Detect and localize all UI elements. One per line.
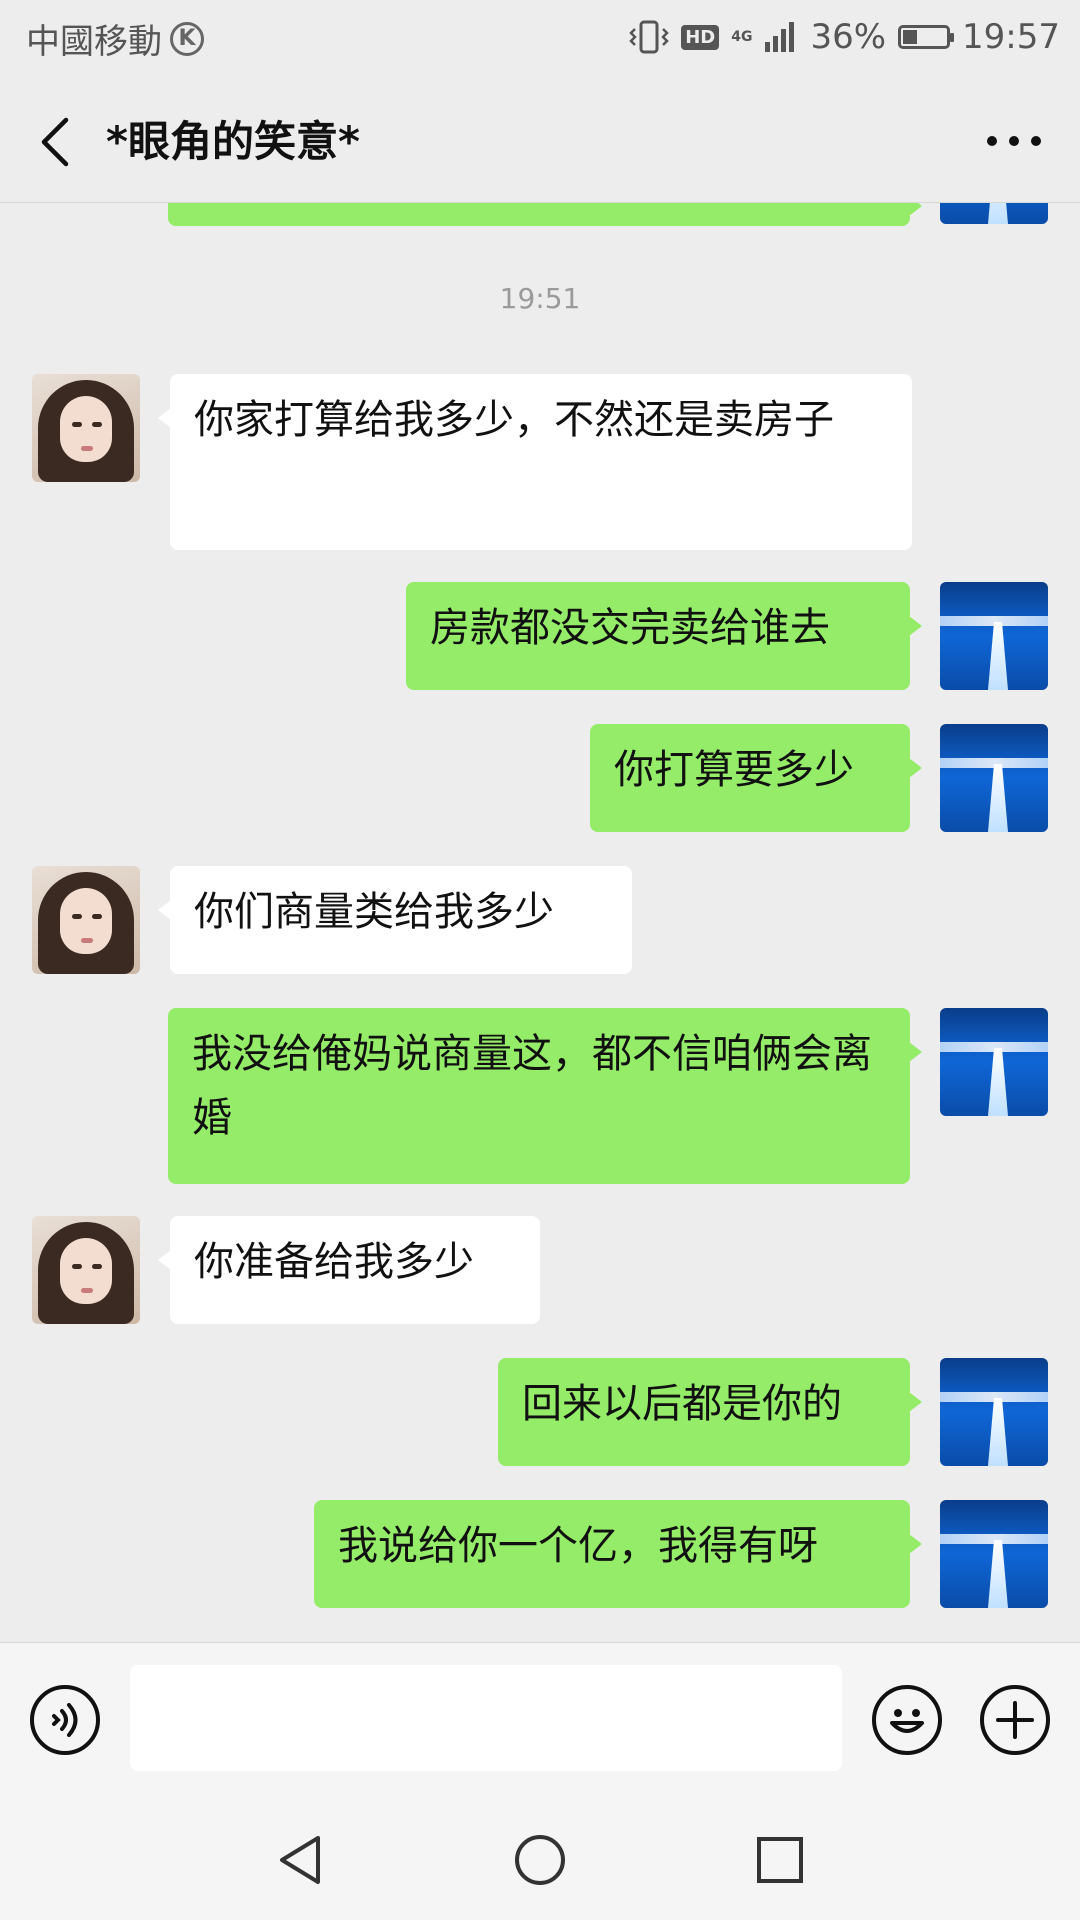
message-bubble-sent[interactable]: 回来以后都是你的 [498, 1358, 922, 1466]
my-avatar[interactable] [940, 1500, 1048, 1608]
battery-icon [898, 25, 955, 49]
message-bubble-sent[interactable]: 你打算要多少 [590, 724, 922, 832]
status-icons: HD 4G 36% 19:57 [629, 14, 1060, 60]
chevron-left-icon[interactable] [32, 112, 82, 172]
battery-percent: 36% [810, 17, 887, 57]
my-avatar[interactable] [940, 202, 1048, 224]
chat-area[interactable]: 19:51 你家打算给我多少，不然还是卖房子 房款都没交完卖给谁去 你打算要多少… [0, 202, 1080, 1642]
chat-title: *眼角的笑意* [106, 117, 360, 166]
timestamp: 19:51 [499, 282, 581, 315]
carrier-k-icon: K [170, 21, 204, 56]
plus-button[interactable] [980, 1685, 1050, 1755]
message-bubble-received[interactable]: 你家打算给我多少，不然还是卖房子 [158, 374, 912, 550]
triangle-back-icon[interactable] [270, 1830, 330, 1890]
voice-button[interactable] [30, 1685, 100, 1755]
more-dots-icon[interactable] [984, 124, 1044, 158]
battery-fill [903, 30, 918, 44]
circle-home-icon[interactable] [510, 1830, 570, 1890]
message-input[interactable] [130, 1665, 842, 1771]
square-recents-icon[interactable] [750, 1830, 810, 1890]
plus-icon [996, 1701, 1034, 1739]
hd-badge: HD [681, 24, 720, 50]
contact-avatar[interactable] [32, 1216, 140, 1324]
message-bubble-partial [168, 202, 922, 226]
input-bar [0, 1642, 1080, 1799]
signal-icon [765, 22, 795, 52]
message-bubble-received[interactable]: 你准备给我多少 [158, 1216, 540, 1324]
my-avatar[interactable] [940, 1008, 1048, 1116]
emoji-icon [890, 1709, 924, 1733]
navigation-bar [0, 1798, 1080, 1920]
emoji-button[interactable] [872, 1685, 942, 1755]
carrier-info: 中國移動 K [26, 14, 204, 63]
message-bubble-sent[interactable]: 我说给你一个亿，我得有呀 [314, 1500, 922, 1608]
my-avatar[interactable] [940, 1358, 1048, 1466]
clock: 19:57 [962, 17, 1060, 57]
contact-avatar[interactable] [32, 866, 140, 974]
message-bubble-sent[interactable]: 房款都没交完卖给谁去 [406, 582, 922, 690]
carrier-name: 中國移動 [26, 22, 162, 62]
status-bar: 中國移動 K HD 4G 36% 19:57 [0, 0, 1080, 76]
network-type: 4G [731, 29, 753, 45]
voice-icon [52, 1703, 78, 1737]
chat-header: *眼角的笑意* [0, 76, 1080, 203]
message-bubble-sent[interactable]: 我没给俺妈说商量这，都不信咱俩会离婚 [168, 1008, 922, 1184]
message-bubble-received[interactable]: 你们商量类给我多少 [158, 866, 632, 974]
vibrate-icon [629, 20, 669, 54]
contact-avatar[interactable] [32, 374, 140, 482]
my-avatar[interactable] [940, 582, 1048, 690]
my-avatar[interactable] [940, 724, 1048, 832]
